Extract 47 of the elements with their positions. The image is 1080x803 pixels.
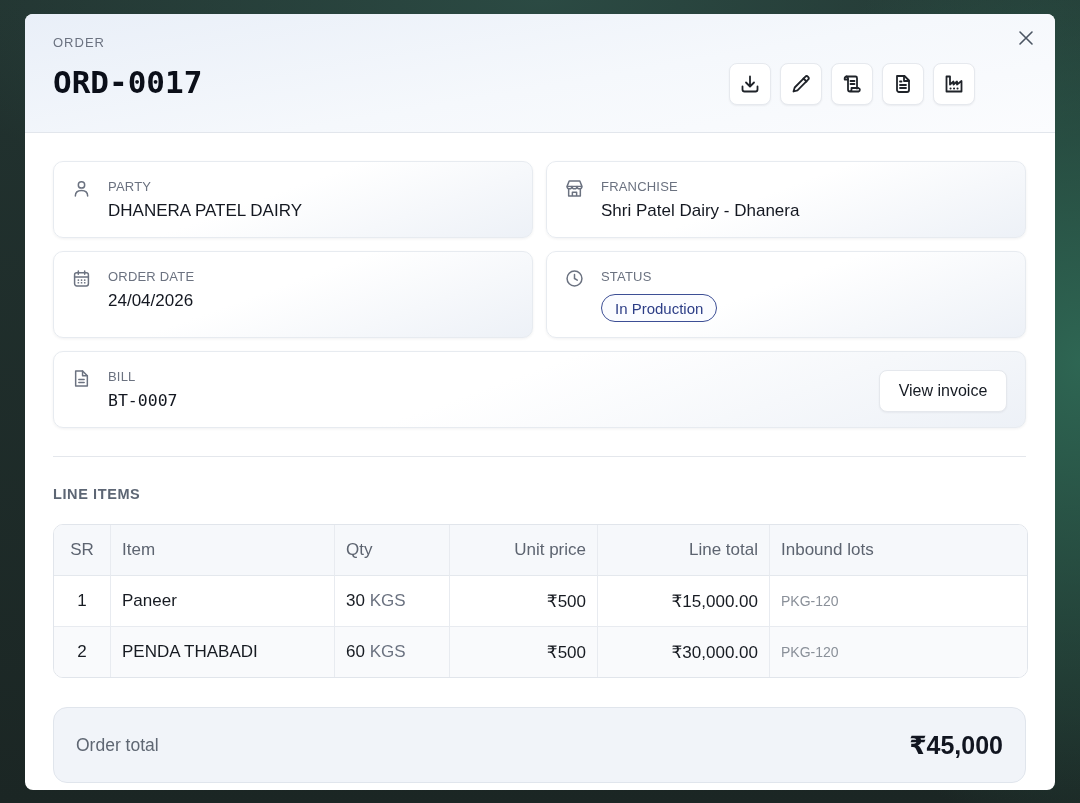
column-header: SR — [54, 525, 110, 576]
field-label: PARTY — [108, 179, 152, 195]
factory-button[interactable] — [933, 63, 975, 105]
download-button[interactable] — [729, 63, 771, 105]
scroll-icon — [842, 74, 862, 94]
table-cell: 2 — [54, 627, 110, 677]
quantity-text: 30 — [346, 591, 365, 610]
calendar-icon — [73, 270, 90, 287]
unit-text: KGS — [369, 642, 406, 661]
scroll-button[interactable] — [831, 63, 873, 105]
quantity-text: 60 — [346, 642, 365, 661]
unit-text: KGS — [369, 591, 406, 610]
column-header: Line total — [597, 525, 769, 576]
person-icon — [73, 180, 90, 197]
field-value: BT-0007 — [108, 390, 178, 412]
download-icon — [740, 74, 760, 94]
document-button[interactable] — [882, 63, 924, 105]
store-icon — [566, 180, 583, 197]
status-badge: In Production — [601, 294, 718, 322]
total-label: Order total — [76, 734, 159, 756]
close-icon — [1018, 30, 1034, 46]
field-value: Shri Patel Dairy - Dhanera — [601, 200, 800, 222]
column-header: Qty — [334, 525, 449, 576]
document-icon — [73, 370, 90, 387]
edit-button[interactable] — [780, 63, 822, 105]
clock-icon — [566, 270, 583, 287]
field-label: FRANCHISE — [601, 179, 678, 195]
view-invoice-button[interactable]: View invoice — [879, 369, 1007, 412]
header-eyebrow: ORDER — [53, 35, 105, 51]
total-value: ₹45,000 — [909, 730, 1003, 760]
table-cell: ₹500 — [449, 627, 597, 677]
factory-icon — [944, 74, 964, 94]
field-value: 24/04/2026 — [108, 290, 194, 312]
table-cell: ₹30,000.00 — [597, 627, 769, 677]
order-title: ORD-0017 — [53, 64, 203, 100]
field-label: ORDER DATE — [108, 269, 195, 285]
table-cell: PENDA THABADI — [110, 627, 334, 677]
field-label: STATUS — [601, 269, 652, 285]
column-header: Inbound lots — [769, 525, 1027, 576]
field-label: BILL — [108, 369, 136, 385]
column-header: Unit price — [449, 525, 597, 576]
section-title: LINE ITEMS — [53, 486, 141, 502]
pencil-icon — [791, 74, 811, 94]
column-header: Item — [110, 525, 334, 576]
field-value: DHANERA PATEL DAIRY — [108, 200, 302, 222]
table-cell: PKG-120 — [769, 627, 1027, 677]
document-icon — [893, 74, 913, 94]
